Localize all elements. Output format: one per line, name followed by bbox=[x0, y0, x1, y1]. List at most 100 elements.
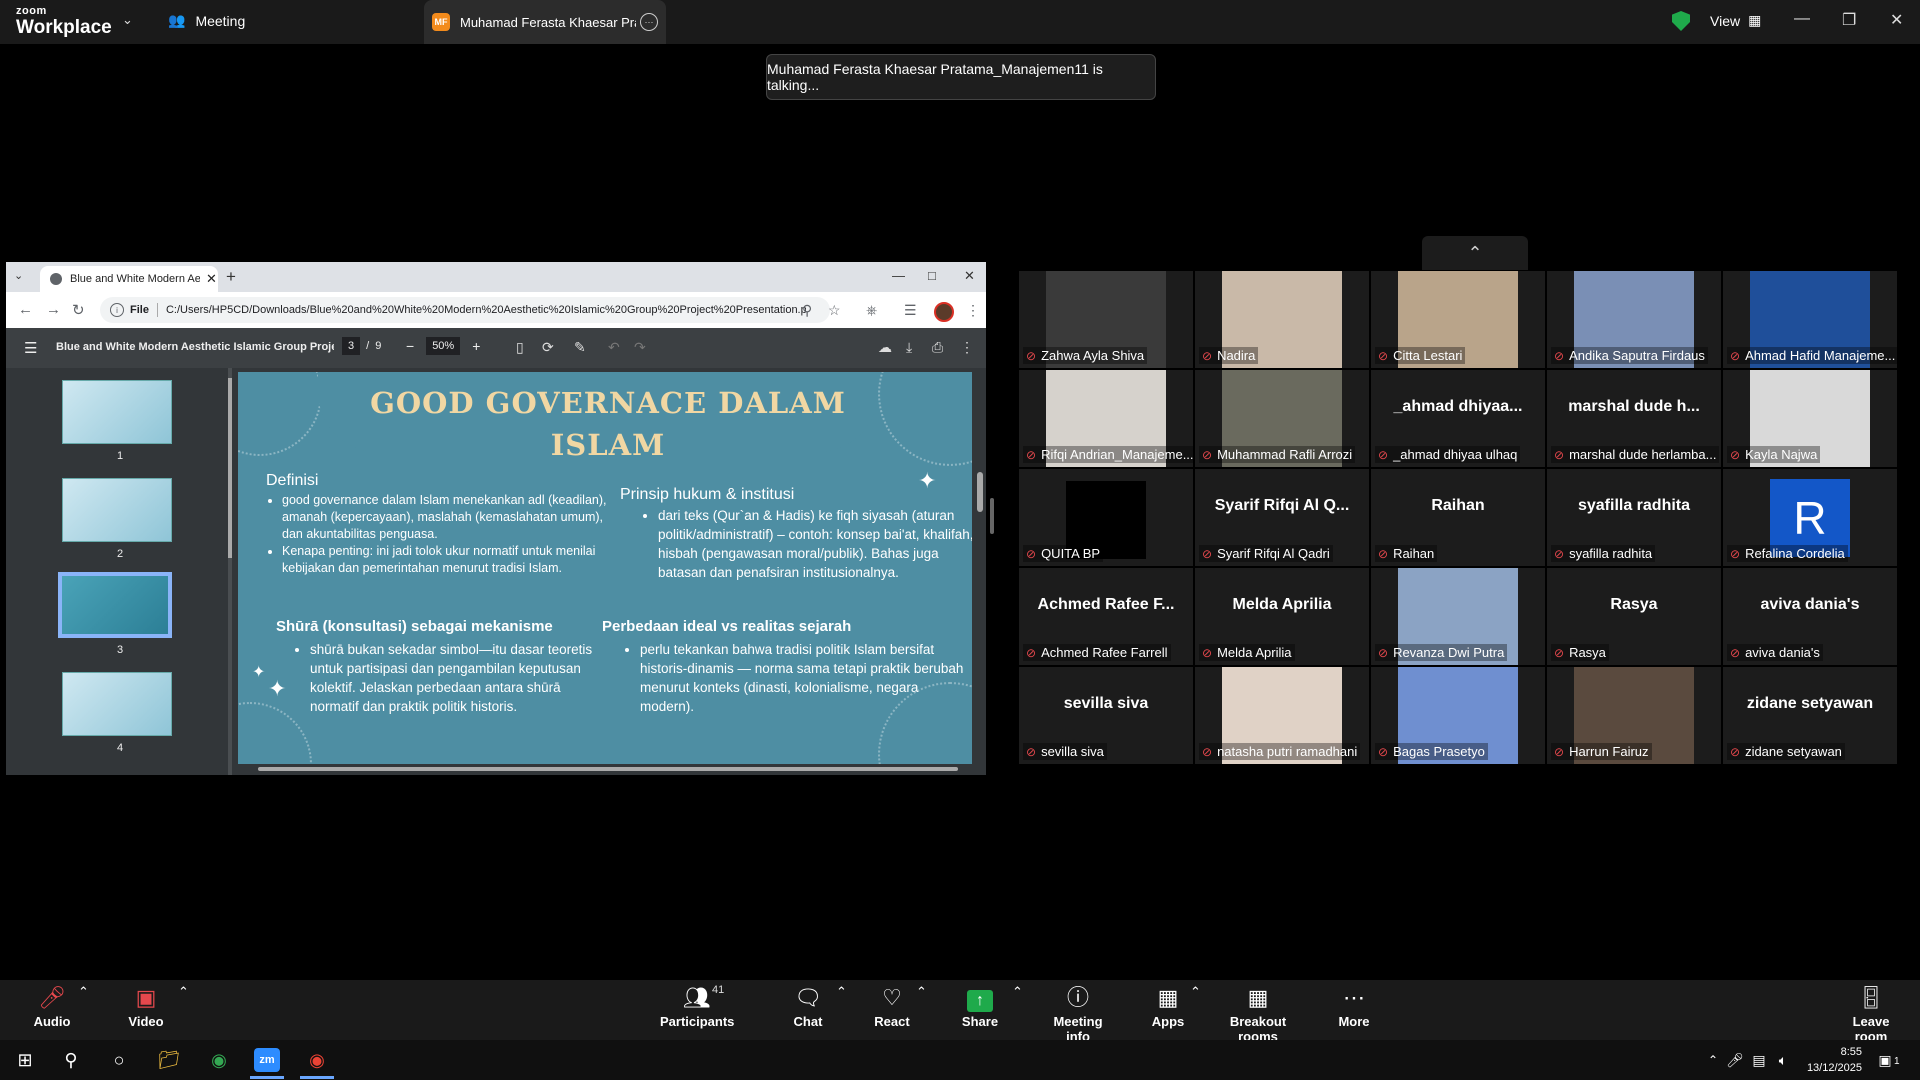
volume-icon[interactable]: 🔈︎ bbox=[1770, 1048, 1796, 1072]
extensions-icon[interactable]: ⎈ bbox=[866, 302, 877, 319]
chevron-up-icon[interactable]: ⌃ bbox=[178, 984, 189, 1000]
network-icon[interactable]: ▤ bbox=[1746, 1048, 1772, 1072]
annotate-icon[interactable]: ✎ bbox=[574, 339, 586, 356]
download-icon[interactable]: ⤓ bbox=[906, 339, 912, 356]
chat-button[interactable]: 🗨︎ Chat bbox=[788, 984, 828, 1029]
chrome-icon[interactable]: ◉ bbox=[304, 1048, 330, 1072]
participant-tile[interactable]: ⊘ Bagas Prasetyo bbox=[1371, 667, 1545, 764]
print-icon[interactable]: ⎙ bbox=[932, 339, 943, 356]
drive-icon[interactable]: ☁ bbox=[878, 339, 892, 356]
more-icon[interactable]: ⋯ bbox=[640, 13, 658, 31]
split-resize-handle[interactable] bbox=[990, 498, 994, 534]
close-tab-icon[interactable]: ✕ bbox=[206, 271, 217, 287]
participant-tile[interactable]: ⊘ Andika Saputra Firdaus bbox=[1547, 271, 1721, 368]
rotate-icon[interactable]: ⟳ bbox=[542, 339, 554, 356]
menu-icon[interactable]: ☰ bbox=[24, 339, 37, 357]
tab-shared-screen[interactable]: MF Muhamad Ferasta Khaesar Pratama_Manaj… bbox=[424, 0, 666, 44]
avatar[interactable] bbox=[934, 302, 954, 322]
collapse-gallery-button[interactable]: ⌃ bbox=[1422, 236, 1528, 270]
participant-tile[interactable]: syafilla radhita ⊘ syafilla radhita bbox=[1547, 469, 1721, 566]
more-button[interactable]: ⋯ More bbox=[1334, 984, 1374, 1029]
participant-tile[interactable]: Syarif Rifqi Al Q... ⊘ Syarif Rifqi Al Qad… bbox=[1195, 469, 1369, 566]
participants-button[interactable]: 👥︎ 41 Participants bbox=[660, 984, 734, 1029]
chevron-up-icon[interactable]: ⌃ bbox=[78, 984, 89, 1000]
participant-tile[interactable]: ⊘ Kayla Najwa bbox=[1723, 370, 1897, 467]
participant-tile[interactable]: aviva dania's ⊘ aviva dania's bbox=[1723, 568, 1897, 665]
address-bar[interactable]: i File C:/Users/HP5CD/Downloads/Blue%20a… bbox=[100, 297, 830, 323]
participant-tile[interactable]: ⊘ QUITA BP bbox=[1019, 469, 1193, 566]
thumbnail-page-4[interactable] bbox=[62, 672, 172, 736]
fit-page-icon[interactable]: ▯ bbox=[516, 339, 524, 356]
new-tab-icon[interactable]: + bbox=[226, 267, 236, 287]
page-number-input[interactable]: 3 bbox=[342, 337, 361, 355]
audio-button[interactable]: 🎤︎ Audio bbox=[30, 984, 74, 1029]
tab-meeting[interactable]: 👥 Meeting bbox=[168, 12, 245, 29]
participant-tile[interactable]: marshal dude h... ⊘ marshal dude herlamba.… bbox=[1547, 370, 1721, 467]
media-icon[interactable]: ☰ bbox=[904, 302, 917, 319]
participant-tile[interactable]: ⊘ Zahwa Ayla Shiva bbox=[1019, 271, 1193, 368]
video-button[interactable]: ▣ Video bbox=[124, 984, 168, 1029]
breakout-rooms-button[interactable]: ▦ Breakout rooms bbox=[1212, 984, 1304, 1044]
pdf-horizontal-scrollbar[interactable] bbox=[238, 764, 972, 774]
participant-tile[interactable]: R ⊘ Refalina Cordelia bbox=[1723, 469, 1897, 566]
participant-tile[interactable]: ⊘ Nadira bbox=[1195, 271, 1369, 368]
participant-tile[interactable]: Achmed Rafee F... ⊘ Achmed Rafee Farrell bbox=[1019, 568, 1193, 665]
task-view-icon[interactable]: ○ bbox=[106, 1048, 132, 1072]
participant-tile[interactable]: Melda Aprilia ⊘ Melda Aprilia bbox=[1195, 568, 1369, 665]
thumbnail-page-3[interactable] bbox=[58, 572, 172, 638]
participant-tile[interactable]: ⊘ Revanza Dwi Putra bbox=[1371, 568, 1545, 665]
participant-tile[interactable]: Rasya ⊘ Rasya bbox=[1547, 568, 1721, 665]
url-text[interactable]: C:/Users/HP5CD/Downloads/Blue%20and%20Wh… bbox=[166, 304, 806, 316]
chevron-up-icon[interactable]: ⌃ bbox=[1012, 984, 1023, 1000]
thumbnail-page-2[interactable] bbox=[62, 478, 172, 542]
chevron-down-icon[interactable]: ⌄ bbox=[122, 12, 133, 28]
reload-icon[interactable]: ↻ bbox=[72, 301, 85, 319]
close-icon[interactable]: ✕ bbox=[1890, 10, 1903, 30]
thumbnail-page-1[interactable] bbox=[62, 380, 172, 444]
shield-icon[interactable] bbox=[1672, 11, 1690, 31]
thumbnail-scrollbar[interactable] bbox=[228, 368, 232, 775]
kebab-menu-icon[interactable]: ⋮ bbox=[960, 339, 974, 356]
back-icon[interactable]: ← bbox=[18, 301, 33, 318]
participant-tile[interactable]: ⊘ Muhammad Rafli Arrozi bbox=[1195, 370, 1369, 467]
meeting-info-button[interactable]: ⓘ Meeting info bbox=[1040, 984, 1116, 1044]
redo-icon[interactable]: ↷ bbox=[634, 339, 646, 356]
participant-tile[interactable]: Raihan ⊘ Raihan bbox=[1371, 469, 1545, 566]
zoom-level-input[interactable]: 50% bbox=[426, 337, 461, 355]
file-explorer-icon[interactable]: 📁︎ bbox=[156, 1048, 182, 1072]
minimize-icon[interactable]: — bbox=[1794, 10, 1810, 28]
view-button[interactable]: View ▦ bbox=[1710, 12, 1761, 29]
leave-room-button[interactable]: 🚪︎ Leave room bbox=[1836, 984, 1906, 1044]
restore-icon[interactable]: ❐ bbox=[1842, 10, 1856, 30]
participant-tile[interactable]: ⊘ Citta Lestari bbox=[1371, 271, 1545, 368]
tab-search-icon[interactable]: ⌄ bbox=[14, 269, 23, 282]
browser-tab[interactable]: Blue and White Modern Aesthetic Islamic … bbox=[40, 266, 218, 292]
maximize-icon[interactable]: □ bbox=[928, 268, 936, 283]
chevron-up-icon[interactable]: ⌃ bbox=[916, 984, 927, 1000]
apps-button[interactable]: ▦ Apps bbox=[1148, 984, 1188, 1029]
react-button[interactable]: ♡ React bbox=[872, 984, 912, 1029]
participant-tile[interactable]: ⊘ Rifqi Andrian_Manajeme... bbox=[1019, 370, 1193, 467]
minimize-icon[interactable]: — bbox=[892, 268, 905, 283]
participant-tile[interactable]: ⊘ natasha putri ramadhani bbox=[1195, 667, 1369, 764]
undo-icon[interactable]: ↶ bbox=[608, 339, 620, 356]
zoom-in-icon[interactable]: + bbox=[472, 338, 480, 354]
pdf-vertical-scrollbar[interactable] bbox=[976, 372, 984, 764]
participant-tile[interactable]: _ahmad dhiyaa... ⊘ _ahmad dhiyaa ulhaq bbox=[1371, 370, 1545, 467]
participant-tile[interactable]: zidane setyawan ⊘ zidane setyawan bbox=[1723, 667, 1897, 764]
chrome-icon[interactable]: ◉ bbox=[206, 1048, 232, 1072]
system-clock[interactable]: 8:55 13/12/2025 bbox=[1796, 1044, 1862, 1076]
mic-icon[interactable]: 🎤︎ bbox=[1722, 1048, 1748, 1072]
kebab-menu-icon[interactable]: ⋮ bbox=[966, 302, 980, 319]
zoom-app-icon[interactable]: zm bbox=[254, 1048, 280, 1072]
share-button[interactable]: ↑ Share bbox=[960, 984, 1000, 1029]
zoom-lens-icon[interactable]: ⚲ bbox=[802, 302, 812, 319]
chevron-up-icon[interactable]: ⌃ bbox=[836, 984, 847, 1000]
chevron-up-icon[interactable]: ⌃ bbox=[1190, 984, 1201, 1000]
info-icon[interactable]: i bbox=[110, 303, 124, 317]
participant-tile[interactable]: sevilla siva ⊘ sevilla siva bbox=[1019, 667, 1193, 764]
forward-icon[interactable]: → bbox=[46, 301, 61, 318]
participant-tile[interactable]: ⊘ Ahmad Hafid Manajeme... bbox=[1723, 271, 1897, 368]
star-icon[interactable]: ☆ bbox=[828, 302, 841, 319]
search-icon[interactable]: ⚲ bbox=[58, 1048, 84, 1072]
